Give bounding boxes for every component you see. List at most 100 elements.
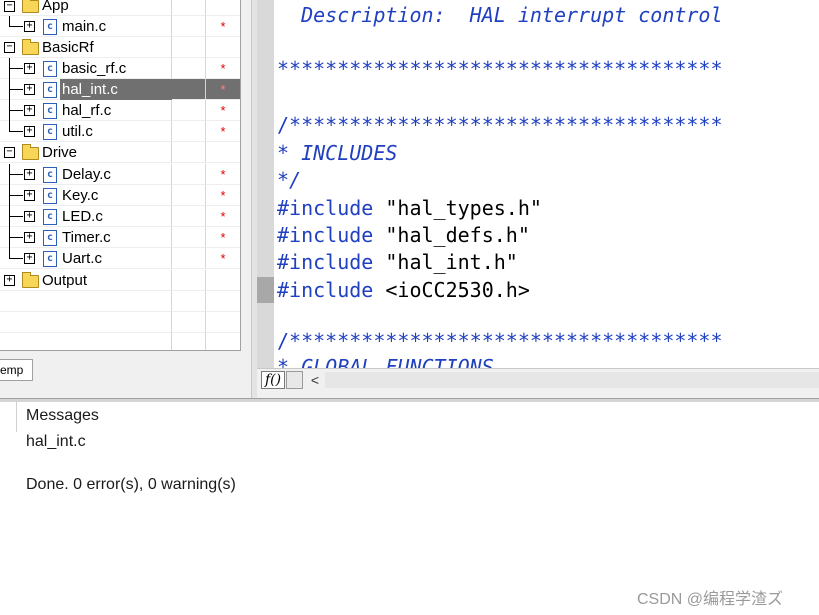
code-line-include: #include "hal_int.h"	[277, 250, 518, 274]
tree-line	[9, 258, 23, 259]
tree-file-delay-c[interactable]: * + c Delay.c	[0, 164, 240, 185]
code-line-include: #include "hal_defs.h"	[277, 223, 530, 247]
tree-file-led-c[interactable]: * + c LED.c	[0, 206, 240, 227]
tree-file-key-c[interactable]: * + c Key.c	[0, 185, 240, 206]
tree-file-uart-c[interactable]: * + c Uart.c	[0, 248, 240, 269]
modified-mark: *	[206, 185, 240, 206]
modified-mark: *	[206, 227, 240, 248]
message-line[interactable]: Done. 0 error(s), 0 warning(s)	[26, 476, 236, 494]
tree-cell-b	[172, 206, 206, 227]
workspace-panel: − App * + c main.c − BasicRf * + c basic…	[0, 0, 251, 398]
tree-line	[9, 89, 23, 90]
modified-mark: *	[206, 58, 240, 79]
tree-item-label: BasicRf	[42, 39, 94, 56]
tree-folder-basicrf[interactable]: − BasicRf	[0, 37, 240, 58]
scrollbar-button[interactable]	[286, 371, 303, 389]
folder-icon	[22, 39, 39, 55]
plus-box-icon[interactable]: +	[24, 232, 35, 243]
tree-cell-b	[172, 79, 206, 100]
plus-box-icon[interactable]: +	[24, 190, 35, 201]
folder-icon	[22, 272, 39, 288]
tree-line	[9, 131, 23, 132]
editor-panel: Description: HAL interrupt control *****…	[257, 0, 819, 398]
editor-gutter[interactable]	[257, 0, 274, 368]
plus-box-icon[interactable]: +	[4, 275, 15, 286]
tree-file-hal-rf-c[interactable]: * + c hal_rf.c	[0, 100, 240, 121]
modified-mark: *	[206, 164, 240, 185]
tree-folder-app[interactable]: − App	[0, 0, 240, 16]
tree-folder-drive[interactable]: − Drive	[0, 142, 240, 163]
message-line[interactable]: hal_int.c	[26, 433, 86, 451]
tree-cell-b	[172, 142, 206, 163]
c-file-icon: c	[43, 230, 57, 246]
tree-line	[9, 216, 23, 217]
tree-cell-modified	[206, 142, 240, 163]
tree-line	[9, 110, 23, 111]
tree-cell-modified	[206, 333, 240, 350]
code-line-comment-end: */	[277, 168, 302, 192]
tree-item-label: basic_rf.c	[62, 60, 127, 77]
tree-file-util-c[interactable]: * + c util.c	[0, 121, 240, 142]
code-line-include: #include "hal_types.h"	[277, 196, 542, 220]
tree-file-timer-c[interactable]: * + c Timer.c	[0, 227, 240, 248]
tree-file-hal-int-c[interactable]: * + c hal_int.c	[0, 79, 240, 100]
messages-header[interactable]: Messages	[26, 407, 99, 425]
tree-line	[9, 174, 23, 175]
folder-icon	[22, 0, 39, 13]
plus-box-icon[interactable]: +	[24, 211, 35, 222]
tree-item-label: main.c	[62, 18, 107, 35]
c-file-icon: c	[43, 188, 57, 204]
scrollbar-track[interactable]	[325, 372, 819, 388]
code-editor[interactable]: Description: HAL interrupt control *****…	[274, 0, 819, 368]
plus-box-icon[interactable]: +	[24, 105, 35, 116]
tree-cell-b	[172, 37, 206, 58]
workspace-tree[interactable]: − App * + c main.c − BasicRf * + c basic…	[0, 0, 241, 351]
tree-line	[9, 26, 23, 27]
function-list-button[interactable]: f()	[261, 371, 285, 389]
current-line-marker	[257, 277, 274, 303]
modified-mark: *	[206, 248, 240, 269]
tree-cell-b	[172, 185, 206, 206]
minus-box-icon[interactable]: −	[4, 147, 15, 158]
minus-box-icon[interactable]: −	[4, 42, 15, 53]
tree-item-label: Timer.c	[62, 229, 111, 246]
modified-mark: *	[206, 121, 240, 142]
plus-box-icon[interactable]: +	[24, 63, 35, 74]
tree-cell-b	[172, 248, 206, 269]
tree-item-label: Output	[42, 272, 88, 289]
c-file-icon: c	[43, 124, 57, 140]
code-line-comment-start: /************************************	[277, 113, 723, 137]
tree-cell-modified	[206, 312, 240, 333]
workspace-tab[interactable]: emp	[0, 359, 33, 381]
tree-line	[9, 68, 23, 69]
tree-folder-output[interactable]: + Output	[0, 270, 240, 291]
tree-file-basic-rf-c[interactable]: * + c basic_rf.c	[0, 58, 240, 79]
scroll-left-arrow-icon[interactable]: <	[307, 370, 323, 390]
tree-cell-modified	[206, 0, 240, 16]
include-keyword: #include	[277, 223, 374, 247]
tree-cell-b	[172, 100, 206, 121]
tree-item-label: Delay.c	[62, 166, 111, 183]
code-line-stars: *************************************	[277, 57, 723, 81]
tree-cell-b	[172, 312, 206, 333]
plus-box-icon[interactable]: +	[24, 126, 35, 137]
include-file: "hal_defs.h"	[373, 223, 530, 247]
tree-item-label: Drive	[42, 144, 78, 161]
modified-mark: *	[206, 16, 240, 37]
code-line-include: #include <ioCC2530.h>	[277, 278, 530, 302]
tree-cell-b	[172, 58, 206, 79]
plus-box-icon[interactable]: +	[24, 21, 35, 32]
plus-box-icon[interactable]: +	[24, 253, 35, 264]
plus-box-icon[interactable]: +	[24, 84, 35, 95]
include-file: "hal_types.h"	[373, 196, 542, 220]
tree-cell-b	[172, 0, 206, 16]
tree-empty-row	[0, 291, 240, 312]
minus-box-icon[interactable]: −	[4, 1, 15, 12]
modified-mark: *	[206, 79, 240, 100]
tree-line	[9, 195, 23, 196]
c-file-icon: c	[43, 251, 57, 267]
c-file-icon: c	[43, 19, 57, 35]
code-line-comment-start: /************************************	[277, 329, 723, 353]
tree-file-main-c[interactable]: * + c main.c	[0, 16, 240, 37]
plus-box-icon[interactable]: +	[24, 169, 35, 180]
